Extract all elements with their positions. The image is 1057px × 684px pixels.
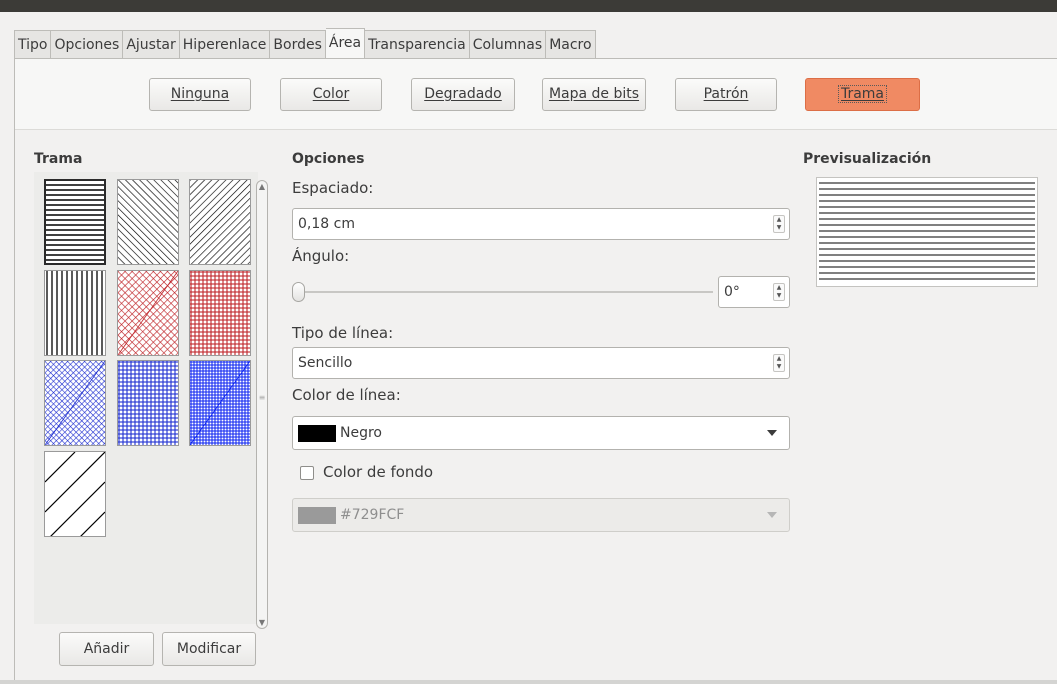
fill-pattern-button[interactable]: Patrón (675, 78, 777, 111)
background-color-dropdown[interactable]: #729FCF (292, 498, 790, 532)
add-hatch-button[interactable]: Añadir (59, 632, 154, 666)
hatch-swatch-diagonal-right[interactable] (117, 179, 179, 265)
tab-opciones[interactable]: Opciones (51, 30, 124, 59)
angle-slider-handle[interactable] (292, 282, 305, 302)
background-color-checkbox[interactable] (300, 466, 314, 480)
scroll-up-icon[interactable]: ▲ (258, 182, 266, 191)
fill-bitmap-button[interactable]: Mapa de bits (542, 78, 646, 111)
preview-box (816, 177, 1038, 287)
hatch-swatch-diagonal-left[interactable] (189, 179, 251, 265)
scroll-down-icon[interactable]: ▼ (258, 618, 266, 627)
angle-field[interactable]: 0° ▲ ▼ (718, 276, 790, 308)
tab-hiperenlace[interactable]: Hiperenlace (179, 30, 271, 59)
fill-none-label: Ninguna (170, 86, 230, 102)
fill-bitmap-label: Mapa de bits (548, 86, 640, 102)
modify-hatch-button[interactable]: Modificar (162, 632, 256, 666)
tab-columnas[interactable]: Columnas (469, 30, 547, 59)
hatch-swatch-red-crossed-diagonal[interactable] (117, 270, 179, 356)
background-color-label[interactable]: Color de fondo (323, 463, 433, 481)
spacing-label: Espaciado: (292, 179, 374, 197)
options-heading: Opciones (292, 151, 365, 167)
chevron-down-icon[interactable] (767, 430, 777, 436)
tab-tipo[interactable]: Tipo (14, 30, 52, 59)
tab-macro[interactable]: Macro (546, 30, 596, 59)
tab-transparencia[interactable]: Transparencia (365, 30, 470, 59)
spacing-field[interactable]: 0,18 cm ▲ ▼ (292, 208, 790, 240)
fill-gradient-label: Degradado (424, 86, 502, 102)
preview-heading: Previsualización (803, 151, 932, 167)
line-color-swatch (298, 424, 336, 442)
hatch-preview-image (819, 182, 1035, 280)
window-title-bar (0, 0, 1057, 12)
hatch-swatch-wide-diagonal[interactable] (44, 451, 106, 553)
fill-color-button[interactable]: Color (280, 78, 382, 111)
line-color-dropdown[interactable]: Negro (292, 416, 790, 450)
line-color-value: Negro (340, 425, 382, 441)
angle-value: 0° (724, 284, 740, 300)
spin-updown-icon[interactable]: ▲ ▼ (773, 215, 785, 233)
chevron-down-icon[interactable] (767, 512, 777, 518)
angle-label: Ángulo: (292, 247, 350, 265)
line-type-value: Sencillo (298, 355, 353, 371)
hatch-swatch-blue-crossed-diagonal[interactable] (44, 360, 106, 446)
spin-updown-icon[interactable]: ▲ ▼ (773, 283, 785, 301)
background-color-value: #729FCF (340, 507, 405, 523)
hatch-swatch-blue-grid[interactable] (117, 360, 179, 446)
fill-color-label: Color (312, 86, 350, 102)
background-color-swatch (298, 506, 336, 524)
tab-bordes[interactable]: Bordes (270, 30, 326, 59)
line-color-label: Color de línea: (292, 386, 401, 404)
hatch-swatch-horizontal[interactable] (44, 179, 106, 265)
spin-updown-icon[interactable]: ▲ ▼ (773, 354, 785, 372)
fill-pattern-label: Patrón (703, 86, 749, 102)
hatch-heading: Trama (34, 151, 83, 167)
tab-bar: Tipo Opciones Ajustar Hiperenlace Bordes… (14, 28, 596, 60)
line-type-label: Tipo de línea: (292, 324, 394, 342)
dialog-bottom-edge (0, 680, 1057, 684)
fill-none-button[interactable]: Ninguna (149, 78, 251, 111)
spacing-value: 0,18 cm (298, 216, 355, 232)
hatch-swatch-red-grid[interactable] (189, 270, 251, 356)
fill-hatch-label: Trama (837, 85, 888, 103)
tab-area[interactable]: Área (325, 28, 366, 60)
fill-gradient-button[interactable]: Degradado (411, 78, 515, 111)
angle-slider-track[interactable] (300, 291, 713, 293)
fill-hatch-button[interactable]: Trama (805, 78, 920, 111)
line-type-select[interactable]: Sencillo ▲ ▼ (292, 347, 790, 379)
hatch-list-scrollbar[interactable]: ▲ ≡ ▼ (256, 180, 268, 629)
hatch-list[interactable] (34, 172, 258, 624)
tab-ajustar[interactable]: Ajustar (123, 30, 180, 59)
hatch-swatch-vertical[interactable] (44, 270, 106, 356)
scroll-grip-icon[interactable]: ≡ (258, 393, 266, 402)
hatch-swatch-blue-triple[interactable] (189, 360, 251, 446)
